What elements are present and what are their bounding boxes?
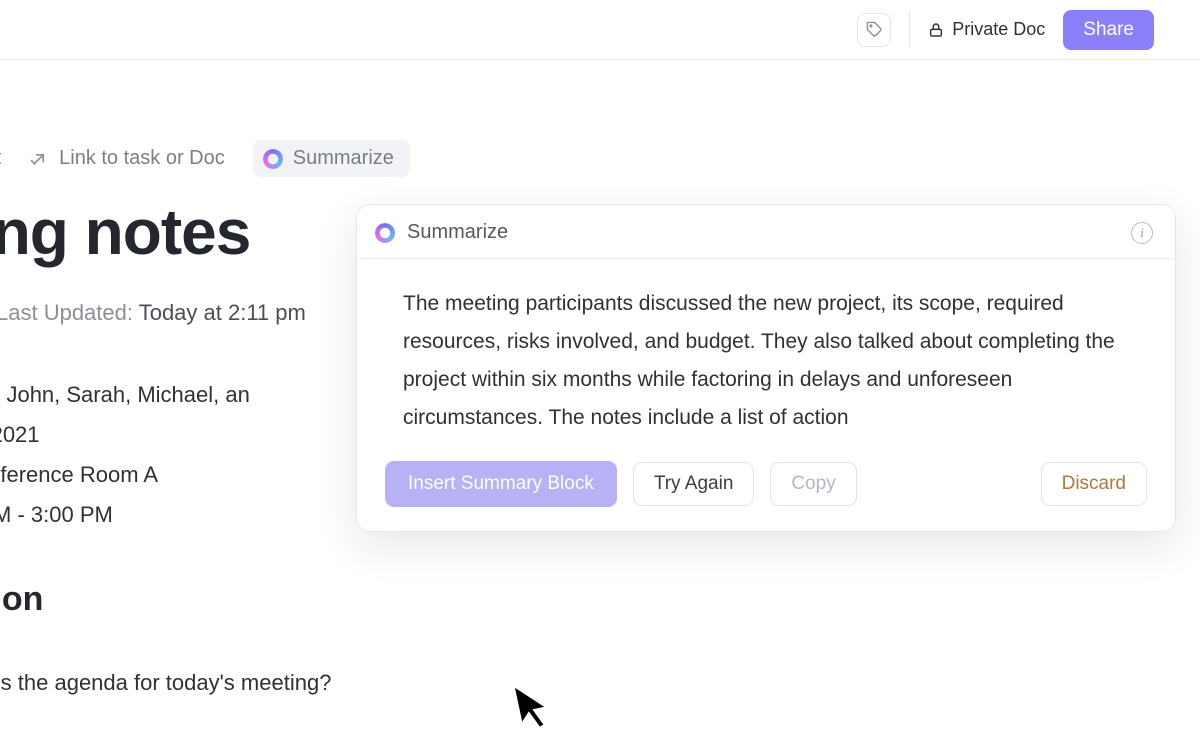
updated-prefix: Last Updated: <box>0 300 133 325</box>
popover-header: Summarize i <box>357 205 1175 259</box>
summarize-popover: Summarize i The meeting participants dis… <box>356 204 1176 532</box>
mouse-cursor <box>510 676 560 735</box>
insert-summary-button[interactable]: Insert Summary Block <box>385 461 617 507</box>
last-updated: Last Updated: Today at 2:11 pm <box>0 300 306 326</box>
ai-icon <box>375 223 395 243</box>
popover-title-text: Summarize <box>407 221 508 244</box>
top-header: Private Doc Share <box>0 0 1200 60</box>
popover-actions: Insert Summary Block Try Again Copy Disc… <box>357 447 1175 531</box>
info-icon[interactable]: i <box>1131 222 1153 244</box>
share-button[interactable]: Share <box>1063 10 1154 50</box>
doc-action-row: mment Link to task or Doc Summarize <box>0 140 410 177</box>
meeting-meta: nts: John, Sarah, Michael, an 15/2021 Co… <box>0 375 250 535</box>
ai-icon <box>263 149 283 169</box>
try-again-button[interactable]: Try Again <box>633 462 755 506</box>
privacy-label: Private Doc <box>952 19 1045 40</box>
date-row: 15/2021 <box>0 415 250 455</box>
location-row: Conference Room A <box>0 455 250 495</box>
popover-title: Summarize <box>375 221 508 244</box>
discard-button[interactable]: Discard <box>1041 462 1147 506</box>
updated-value: Today at 2:11 pm <box>139 300 306 325</box>
link-arrows-icon <box>29 149 49 169</box>
page-title: eting notes <box>0 195 250 269</box>
comment-label: mment <box>0 147 1 170</box>
conversation-line: what's the agenda for today's meeting? <box>0 670 331 696</box>
summarize-label: Summarize <box>293 147 394 170</box>
participants-row: nts: John, Sarah, Michael, an <box>0 375 250 415</box>
link-task-action[interactable]: Link to task or Doc <box>29 147 225 170</box>
time-row: 0 PM - 3:00 PM <box>0 495 250 535</box>
privacy-toggle[interactable]: Private Doc <box>928 19 1045 40</box>
participants-value: John, Sarah, Michael, an <box>6 382 249 407</box>
tag-button[interactable] <box>857 13 891 47</box>
comment-action[interactable]: mment <box>0 147 1 170</box>
lock-icon <box>928 21 944 39</box>
header-separator <box>909 13 910 47</box>
copy-button[interactable]: Copy <box>770 462 856 506</box>
link-label: Link to task or Doc <box>59 147 225 170</box>
summary-text: The meeting participants discussed the n… <box>357 259 1175 447</box>
tag-icon <box>866 21 883 38</box>
section-heading-conversation: rsation <box>0 580 43 619</box>
summarize-action[interactable]: Summarize <box>253 140 410 177</box>
